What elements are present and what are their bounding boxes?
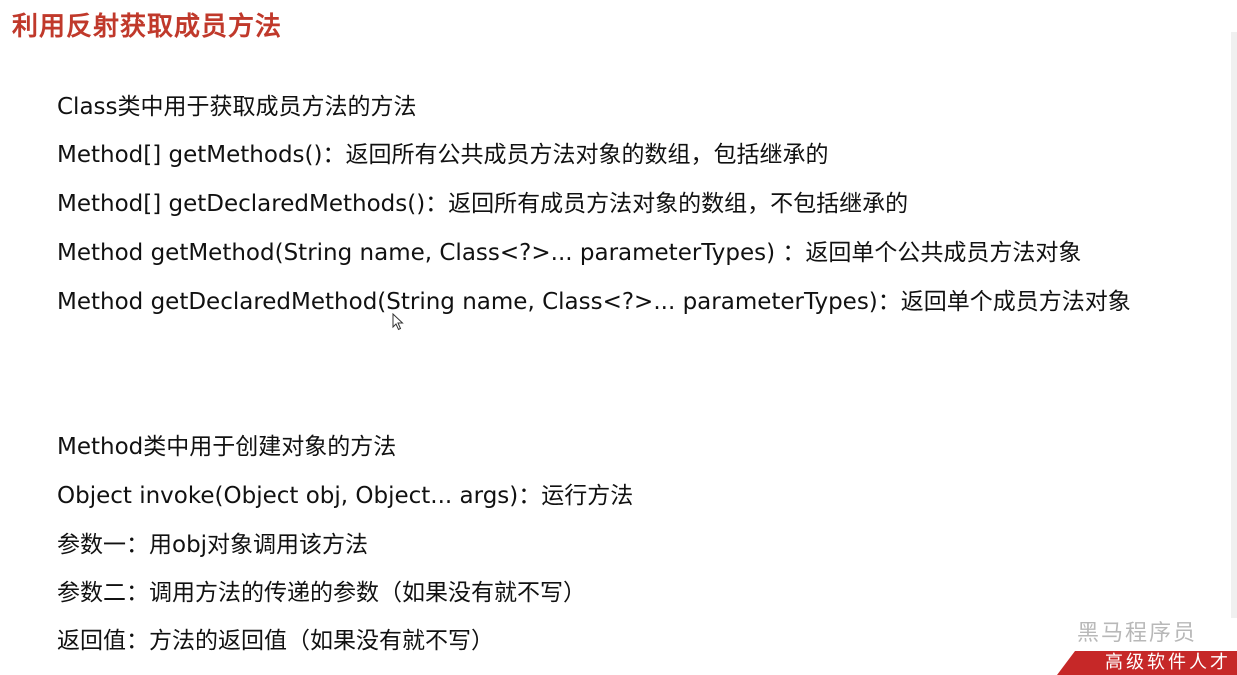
text-line-get-methods: Method[] getMethods()：返回所有公共成员方法对象的数组，包括… xyxy=(57,142,829,168)
text-line-get-declared-methods: Method[] getDeclaredMethods()：返回所有成员方法对象… xyxy=(57,191,909,217)
text-line-return-value: 返回值：方法的返回值（如果没有就不写） xyxy=(57,628,494,654)
text-line-invoke: Object invoke(Object obj, Object... args… xyxy=(57,483,634,509)
section-heading-class-methods: Class类中用于获取成员方法的方法 xyxy=(57,94,417,120)
section-heading-method-invoke: Method类中用于创建对象的方法 xyxy=(57,434,397,460)
slide-title: 利用反射获取成员方法 xyxy=(12,12,283,42)
scrollbar[interactable] xyxy=(1231,32,1237,618)
text-line-param-one: 参数一：用obj对象调用该方法 xyxy=(57,532,369,558)
logo-banner-text: 高级软件人才 xyxy=(1105,652,1231,673)
text-line-param-two: 参数二：调用方法的传递的参数（如果没有就不写） xyxy=(57,580,586,606)
logo-watermark: 黑马程序员 xyxy=(1077,621,1198,646)
text-line-get-method: Method getMethod(String name, Class<?>..… xyxy=(57,240,1082,266)
brand-logo: 黑马程序员 高级软件人才 xyxy=(1057,615,1237,675)
text-line-get-declared-method: Method getDeclaredMethod(String name, Cl… xyxy=(57,289,1131,315)
mouse-cursor-icon xyxy=(392,313,404,331)
